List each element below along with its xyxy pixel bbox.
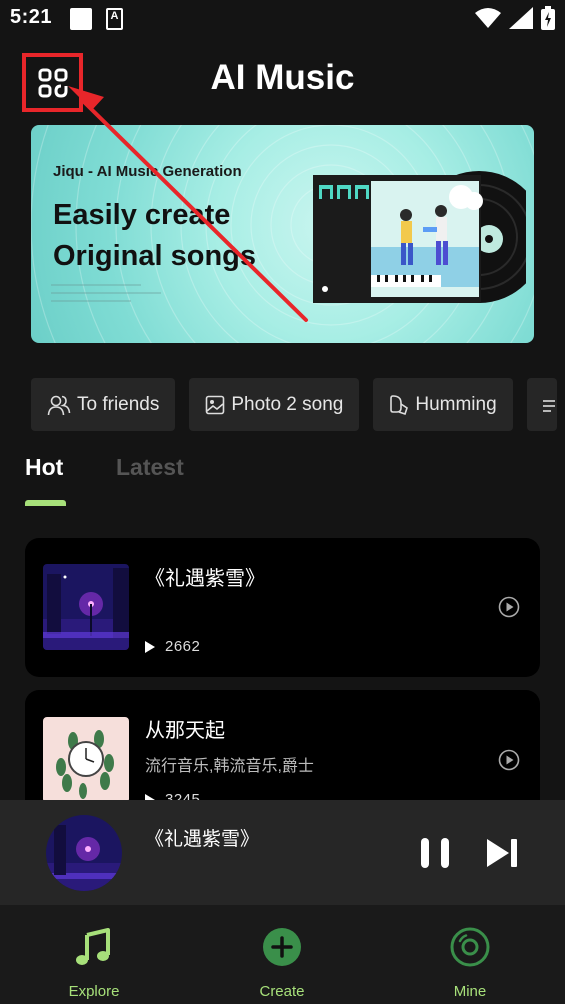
signal-icon <box>509 7 533 29</box>
tab-active-indicator <box>25 500 66 506</box>
chip-humming[interactable]: Humming <box>373 378 513 431</box>
feature-chips: To friends Photo 2 song Humming <box>31 378 557 431</box>
mini-player[interactable]: 《礼遇紫雪》 <box>0 800 565 905</box>
bottom-nav: Explore Create Mine <box>0 905 565 1004</box>
disc-icon <box>450 927 490 967</box>
tab-latest[interactable]: Latest <box>116 454 184 481</box>
banner-subtitle: Jiqu - AI Music Generation <box>53 163 242 180</box>
status-icons <box>475 6 555 30</box>
chip-label: Photo 2 song <box>231 393 344 415</box>
nav-label: Explore <box>68 983 120 1000</box>
pause-icon[interactable] <box>418 836 452 870</box>
photo-icon <box>206 395 225 414</box>
play-count-icon <box>145 640 155 653</box>
play-button-icon[interactable] <box>498 596 520 618</box>
wifi-icon <box>475 8 501 28</box>
friends-icon <box>47 395 71 415</box>
chip-to-friends[interactable]: To friends <box>31 378 176 431</box>
banner-artwork <box>313 171 526 303</box>
song-cover <box>43 717 129 803</box>
play-count: 2662 <box>145 638 200 655</box>
music-note-icon <box>76 928 110 965</box>
tab-hot[interactable]: Hot <box>25 454 63 481</box>
promo-banner[interactable]: Jiqu - AI Music Generation Easily create… <box>31 125 534 343</box>
page-title: AI Music <box>210 58 355 97</box>
banner-headline-line2: Original songs <box>53 240 257 272</box>
now-playing-cover <box>46 815 122 891</box>
song-cover <box>43 564 129 650</box>
banner-headline-line1: Easily create <box>53 199 231 231</box>
plus-circle-icon <box>263 928 301 966</box>
notification-square-icon <box>70 8 92 30</box>
battery-icon <box>541 6 555 30</box>
nav-explore[interactable]: Explore <box>0 905 188 1004</box>
chip-more[interactable] <box>526 378 557 431</box>
nav-label: Mine <box>453 983 487 1000</box>
play-button-icon[interactable] <box>498 749 520 771</box>
now-playing-title: 《礼遇紫雪》 <box>145 829 260 850</box>
song-title: 《礼遇紫雪》 <box>145 568 265 590</box>
a-notification-icon: A <box>106 8 123 30</box>
lyrics-icon <box>542 399 555 412</box>
status-bar: 5:21 A <box>0 0 565 38</box>
song-genre: 流行音乐,韩流音乐,爵士 <box>145 758 314 775</box>
song-card[interactable]: 《礼遇紫雪》 2662 <box>25 538 540 677</box>
skip-next-icon[interactable] <box>485 837 519 869</box>
nav-create[interactable]: Create <box>188 905 376 1004</box>
play-count-value: 2662 <box>165 638 201 655</box>
nav-mine[interactable]: Mine <box>376 905 564 1004</box>
status-time: 5:21 <box>10 6 53 28</box>
chip-label: Humming <box>415 393 497 415</box>
chip-photo-2-song[interactable]: Photo 2 song <box>189 378 360 431</box>
chip-label: To friends <box>77 393 160 415</box>
nav-label: Create <box>259 983 305 1000</box>
song-title: 从那天起 <box>145 720 225 742</box>
humming-icon <box>390 394 409 415</box>
